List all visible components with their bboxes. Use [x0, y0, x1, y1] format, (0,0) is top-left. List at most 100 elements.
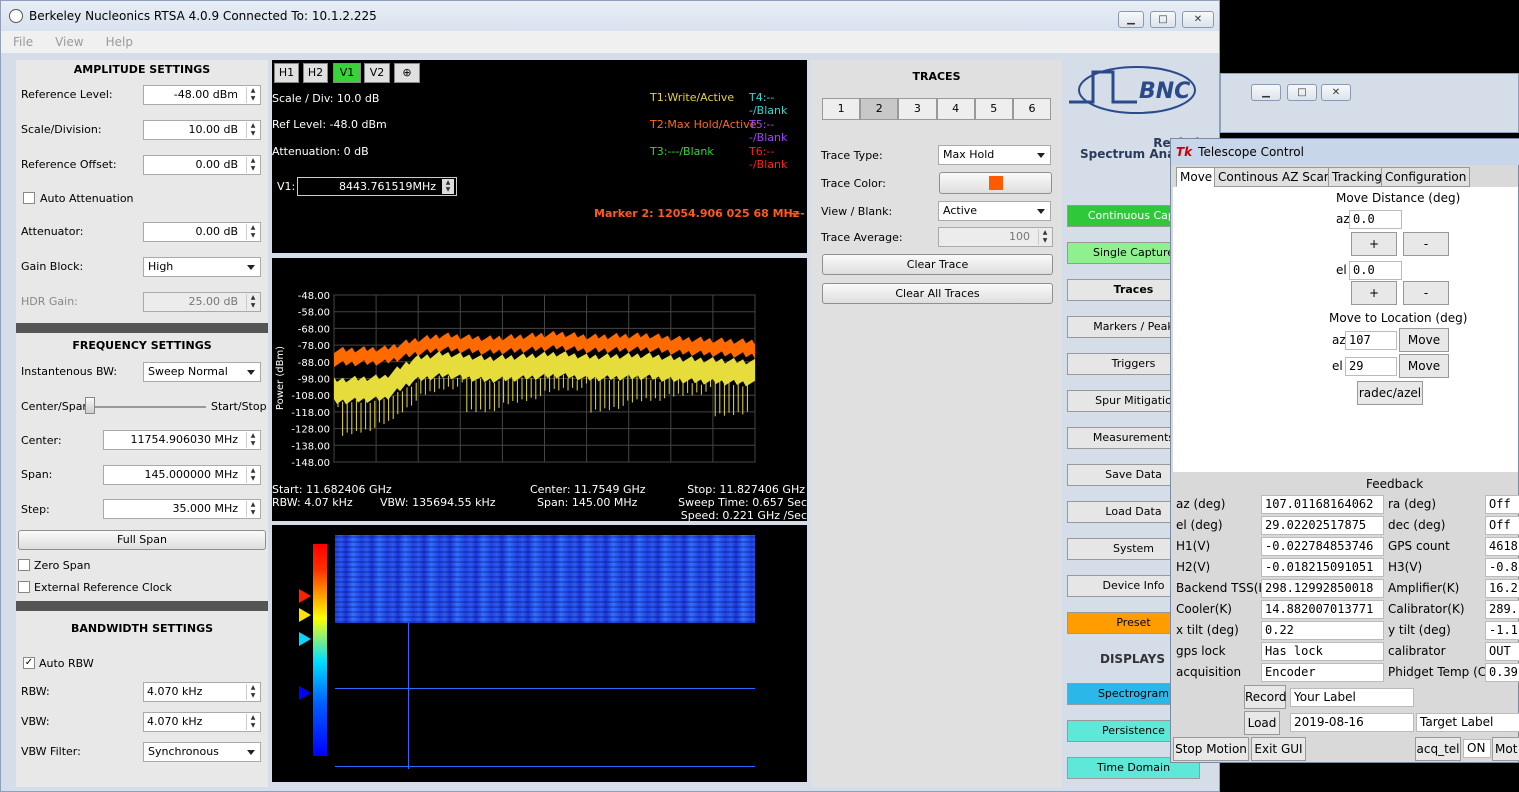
zero-span-checkbox[interactable] [18, 559, 30, 571]
menu-file[interactable]: File [13, 35, 33, 49]
az-target-input[interactable]: 107 [1345, 331, 1397, 350]
close-button[interactable]: ✕ [1321, 84, 1351, 101]
trace-tab-4[interactable]: 4 [936, 98, 975, 120]
ext-ref-checkbox[interactable] [18, 581, 30, 593]
spectrum-plot[interactable]: -48.00 -58.00 -68.00 -78.00 -88.00 -98.00 -108… [272, 258, 807, 522]
center-input[interactable]: 11754.906030 MHz ▲ ▼ [103, 430, 261, 450]
auto-attenuation-checkbox[interactable] [23, 192, 35, 204]
maximize-button[interactable]: □ [1150, 11, 1176, 28]
vbw-filter-select[interactable]: Synchronous [143, 742, 261, 762]
trace-tab-1[interactable]: 1 [822, 98, 861, 120]
feedback-label: Backend TSS(K) [1176, 581, 1271, 595]
tab-move[interactable]: Move [1176, 167, 1217, 187]
vbw-input[interactable]: 4.070 kHz ▲ ▼ [143, 712, 261, 732]
acq-tel-button[interactable]: acq_tel [1415, 737, 1461, 761]
step-input[interactable]: 35.000 MHz ▲ ▼ [103, 499, 261, 519]
trace-tab-3[interactable]: 3 [898, 98, 937, 120]
az-step-input[interactable]: 0.0 [1349, 210, 1402, 229]
v1-frequency-input[interactable]: 8443.761519MHz ▲ ▼ [297, 177, 457, 196]
v1-marker-button[interactable]: V1 [333, 63, 361, 83]
span-input[interactable]: 145.000000 MHz ▲ ▼ [103, 465, 261, 485]
spin-arrows-icon[interactable]: ▲ ▼ [246, 122, 259, 138]
load-button[interactable]: Load [1244, 711, 1280, 735]
gain-block-label: Gain Block: [21, 260, 84, 273]
inst-bw-select[interactable]: Sweep Normal [143, 362, 261, 382]
rbw-input[interactable]: 4.070 kHz ▲ ▼ [143, 682, 261, 702]
az-minus-button[interactable]: - [1403, 232, 1449, 256]
menu-view[interactable]: View [55, 35, 83, 49]
tab-az-scans[interactable]: Continous AZ Scans [1214, 167, 1342, 187]
offset-input[interactable]: 0.00 dB ▲ ▼ [143, 155, 261, 175]
az-plus-button[interactable]: + [1351, 232, 1397, 256]
minimize-button[interactable]: ▁ [1118, 11, 1144, 28]
el-target-input[interactable]: 29 [1345, 357, 1397, 376]
close-button[interactable]: ✕ [1182, 11, 1214, 28]
crosshair-icon[interactable]: ⊕ [394, 63, 420, 83]
y-tick-labels: -48.00 -58.00 -68.00 -78.00 -88.00 -98.00 -108… [291, 291, 330, 469]
date-input[interactable]: 2019-08-16 [1290, 713, 1414, 732]
y-tick-label: -58.00 [298, 308, 330, 319]
ref-level-input[interactable]: -48.00 dBm ▲ ▼ [143, 85, 261, 105]
attenuator-input[interactable]: 0.00 dB ▲ ▼ [143, 222, 261, 242]
spectrum-chart: -48.00 -58.00 -68.00 -78.00 -88.00 -98.00 -108… [275, 291, 756, 469]
motor-button[interactable]: Mot [1492, 737, 1519, 761]
y-axis-label: Power (dBm) [275, 346, 286, 410]
el-move-button[interactable]: Move [1399, 354, 1449, 378]
level-high-icon[interactable] [299, 589, 311, 603]
feedback-grid: az (deg) 107.01168164062 ra (deg) Off el (de… [1171, 494, 1519, 684]
telescope-title-bar: Tk Telescope Control [1171, 139, 1519, 165]
spin-arrows-icon[interactable]: ▲ ▼ [246, 87, 259, 103]
v2-marker-button[interactable]: V2 [364, 63, 390, 83]
spin-arrows-icon[interactable]: ▲ ▼ [246, 157, 259, 173]
sweep-time: Sweep Time: 0.657 Sec [678, 496, 807, 509]
record-button[interactable]: Record [1244, 685, 1286, 709]
maximize-button[interactable]: □ [1287, 84, 1317, 101]
auto-rbw-checkbox[interactable]: ✓ [23, 657, 35, 669]
trace-color-button[interactable] [939, 172, 1052, 194]
mode-slider-track [88, 406, 206, 408]
tab-tracking[interactable]: Tracking [1328, 167, 1386, 187]
el-plus-button[interactable]: + [1351, 281, 1397, 305]
spin-arrows-icon[interactable]: ▲ ▼ [246, 684, 259, 700]
el-step-input[interactable]: 0.0 [1349, 261, 1402, 280]
spin-arrows-icon[interactable]: ▲ ▼ [246, 224, 259, 240]
spin-arrows-icon: ▲ ▼ [246, 294, 259, 310]
spin-arrows-icon[interactable]: ▲ ▼ [246, 467, 259, 483]
target-label-input[interactable]: Target Label [1416, 713, 1519, 732]
level-floor-icon[interactable] [299, 686, 311, 700]
spin-arrows-icon[interactable]: ▲ ▼ [246, 714, 259, 730]
radec-azel-button[interactable]: radec/azel [1357, 381, 1423, 405]
spectrogram-plot[interactable] [272, 525, 807, 782]
scale-input[interactable]: 10.00 dB ▲ ▼ [143, 120, 261, 140]
el-minus-button[interactable]: - [1403, 281, 1449, 305]
section-divider [16, 601, 268, 611]
spin-arrows-icon[interactable]: ▲ ▼ [442, 179, 454, 194]
record-label-input[interactable]: Your Label [1290, 688, 1414, 707]
trace-tab-5[interactable]: 5 [974, 98, 1013, 120]
az-move-button[interactable]: Move [1399, 328, 1449, 352]
tab-configuration[interactable]: Configuration [1381, 167, 1471, 187]
gain-block-select[interactable]: High [143, 257, 261, 277]
level-mid-icon[interactable] [299, 608, 311, 622]
trace-tab-6[interactable]: 6 [1012, 98, 1052, 120]
feedback-label: az (deg) [1176, 497, 1226, 511]
trace-type-select[interactable]: Max Hold [938, 145, 1051, 165]
menu-help[interactable]: Help [106, 35, 133, 49]
view-blank-select[interactable]: Active [938, 201, 1051, 221]
spin-arrows-icon[interactable]: ▲ ▼ [246, 501, 259, 517]
exit-gui-button[interactable]: Exit GUI [1251, 737, 1306, 761]
h1-marker-button[interactable]: H1 [274, 63, 299, 83]
minimize-button[interactable]: ▁ [1251, 84, 1281, 101]
feedback-label: Phidget Temp (C) [1388, 665, 1491, 679]
clear-trace-button[interactable]: Clear Trace [822, 254, 1053, 275]
trace-tab-2[interactable]: 2 [860, 98, 899, 120]
trace-average-label: Trace Average: [821, 231, 903, 244]
spin-arrows-icon[interactable]: ▲ ▼ [246, 432, 259, 448]
mode-slider-handle[interactable] [85, 397, 95, 414]
level-low-icon[interactable] [299, 632, 311, 646]
h2-marker-button[interactable]: H2 [303, 63, 328, 83]
full-span-button[interactable]: Full Span [18, 530, 266, 550]
stop-motion-button[interactable]: Stop Motion [1173, 737, 1249, 761]
traces-panel: TRACES 1 2 3 4 5 6 Trace Type: Max Hold … [811, 60, 1062, 787]
clear-all-traces-button[interactable]: Clear All Traces [822, 283, 1053, 304]
